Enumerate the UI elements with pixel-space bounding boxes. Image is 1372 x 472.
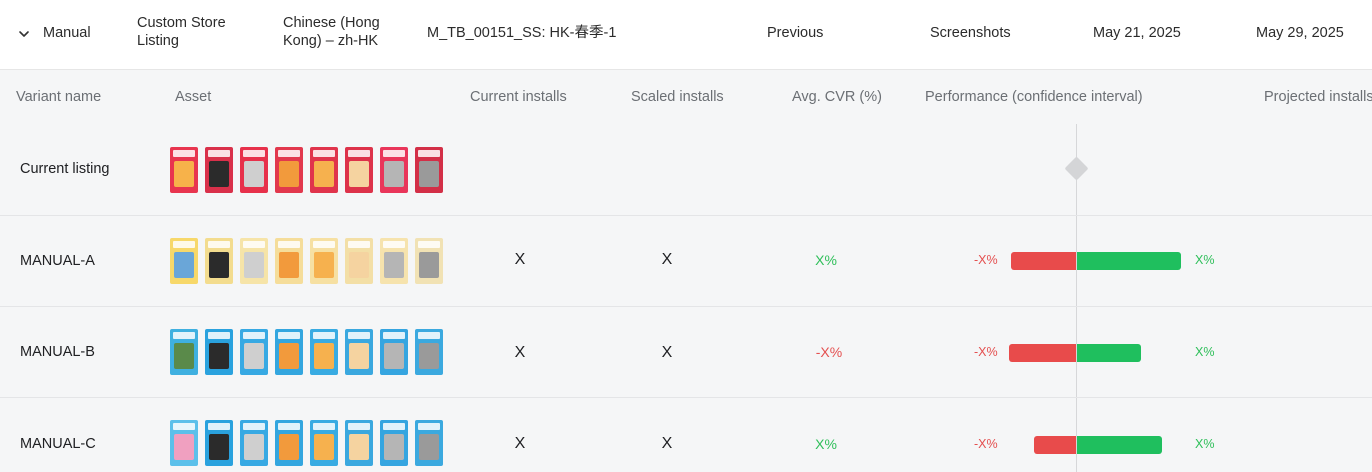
experiment-asset-type: Screenshots bbox=[930, 25, 1011, 41]
table-row-manual-a[interactable]: MANUAL-A X X X% -X% X% bbox=[0, 216, 1372, 307]
ci-low-label: -X% bbox=[974, 345, 998, 359]
screenshot-thumbnail[interactable] bbox=[275, 329, 303, 375]
experiment-row[interactable]: Manual Custom Store Listing Chinese (Hon… bbox=[0, 0, 1372, 70]
ci-high-label: X% bbox=[1195, 437, 1215, 451]
screenshot-thumbnail[interactable] bbox=[240, 147, 268, 193]
asset-thumbnails bbox=[170, 329, 443, 375]
ci-negative-bar bbox=[1034, 436, 1076, 454]
screenshot-thumbnail[interactable] bbox=[380, 238, 408, 284]
variant-name: MANUAL-A bbox=[20, 253, 95, 269]
scaled-installs-value: X bbox=[661, 435, 673, 452]
variant-name: MANUAL-B bbox=[20, 344, 95, 360]
experiment-start-date: May 21, 2025 bbox=[1093, 25, 1181, 41]
screenshot-thumbnail[interactable] bbox=[380, 329, 408, 375]
screenshot-thumbnail[interactable] bbox=[415, 238, 443, 284]
experiment-end-date: May 29, 2025 bbox=[1256, 25, 1344, 41]
screenshot-thumbnail[interactable] bbox=[205, 420, 233, 466]
screenshot-thumbnail[interactable] bbox=[275, 238, 303, 284]
screenshot-thumbnail[interactable] bbox=[310, 420, 338, 466]
table-row-manual-b[interactable]: MANUAL-B X X -X% -X% X% bbox=[0, 307, 1372, 398]
screenshot-thumbnail[interactable] bbox=[205, 147, 233, 193]
screenshot-thumbnail[interactable] bbox=[170, 147, 198, 193]
table-row-current-listing[interactable]: Current listing bbox=[0, 124, 1372, 216]
screenshot-thumbnail[interactable] bbox=[205, 238, 233, 284]
ci-negative-bar bbox=[1009, 344, 1076, 362]
screenshot-thumbnail[interactable] bbox=[345, 238, 373, 284]
screenshot-thumbnail[interactable] bbox=[415, 147, 443, 193]
header-performance: Performance (confidence interval) bbox=[925, 89, 1143, 105]
screenshot-thumbnail[interactable] bbox=[345, 147, 373, 193]
screenshot-thumbnail[interactable] bbox=[240, 420, 268, 466]
variant-name: MANUAL-C bbox=[20, 436, 96, 452]
ci-positive-bar bbox=[1077, 344, 1141, 362]
current-installs-value: X bbox=[514, 251, 526, 268]
table-row-manual-c[interactable]: MANUAL-C X X X% -X% X% bbox=[0, 398, 1372, 472]
variant-name: Current listing bbox=[20, 161, 110, 177]
ci-high-label: X% bbox=[1195, 253, 1215, 267]
screenshot-thumbnail[interactable] bbox=[240, 238, 268, 284]
screenshot-thumbnail[interactable] bbox=[275, 147, 303, 193]
experiment-listing: Custom Store Listing bbox=[137, 15, 226, 49]
asset-thumbnails bbox=[170, 238, 443, 284]
current-installs-value: X bbox=[514, 344, 526, 361]
header-projected-installs: Projected installs bbox=[1264, 89, 1372, 105]
ci-high-label: X% bbox=[1195, 345, 1215, 359]
asset-thumbnails bbox=[170, 420, 443, 466]
scaled-installs-value: X bbox=[661, 344, 673, 361]
ci-positive-bar bbox=[1077, 252, 1181, 270]
asset-thumbnails bbox=[170, 147, 443, 193]
header-variant-name: Variant name bbox=[16, 89, 102, 105]
screenshot-thumbnail[interactable] bbox=[345, 329, 373, 375]
ci-positive-bar bbox=[1077, 436, 1162, 454]
screenshot-thumbnail[interactable] bbox=[415, 420, 443, 466]
ci-low-label: -X% bbox=[974, 437, 998, 451]
screenshot-thumbnail[interactable] bbox=[345, 420, 373, 466]
experiment-type: Manual bbox=[43, 25, 91, 41]
screenshot-thumbnail[interactable] bbox=[415, 329, 443, 375]
screenshot-thumbnail[interactable] bbox=[380, 147, 408, 193]
screenshot-thumbnail[interactable] bbox=[170, 329, 198, 375]
screenshot-thumbnail[interactable] bbox=[170, 238, 198, 284]
header-asset: Asset bbox=[175, 89, 212, 105]
experiment-name: M_TB_00151_SS: HK-春季-1 bbox=[427, 25, 617, 41]
variant-table: Variant name Asset Current installs Scal… bbox=[0, 70, 1372, 472]
screenshot-thumbnail[interactable] bbox=[275, 420, 303, 466]
experiment-locale: Chinese (Hong Kong) – zh-HK bbox=[283, 15, 380, 49]
current-installs-value: X bbox=[514, 435, 526, 452]
screenshot-thumbnail[interactable] bbox=[310, 238, 338, 284]
avg-cvr-value: X% bbox=[815, 436, 837, 452]
header-scaled-installs: Scaled installs bbox=[631, 89, 724, 105]
header-current-installs: Current installs bbox=[470, 89, 567, 105]
screenshot-thumbnail[interactable] bbox=[170, 420, 198, 466]
screenshot-thumbnail[interactable] bbox=[240, 329, 268, 375]
avg-cvr-value: X% bbox=[815, 252, 837, 268]
header-avg-cvr: Avg. CVR (%) bbox=[792, 89, 882, 105]
ci-low-label: -X% bbox=[974, 253, 998, 267]
experiment-status: Previous bbox=[767, 25, 824, 41]
screenshot-thumbnail[interactable] bbox=[310, 329, 338, 375]
ci-negative-bar bbox=[1011, 252, 1076, 270]
scaled-installs-value: X bbox=[661, 251, 673, 268]
avg-cvr-value: -X% bbox=[815, 344, 843, 360]
screenshot-thumbnail[interactable] bbox=[310, 147, 338, 193]
chevron-down-icon[interactable] bbox=[17, 27, 31, 41]
screenshot-thumbnail[interactable] bbox=[205, 329, 233, 375]
screenshot-thumbnail[interactable] bbox=[380, 420, 408, 466]
